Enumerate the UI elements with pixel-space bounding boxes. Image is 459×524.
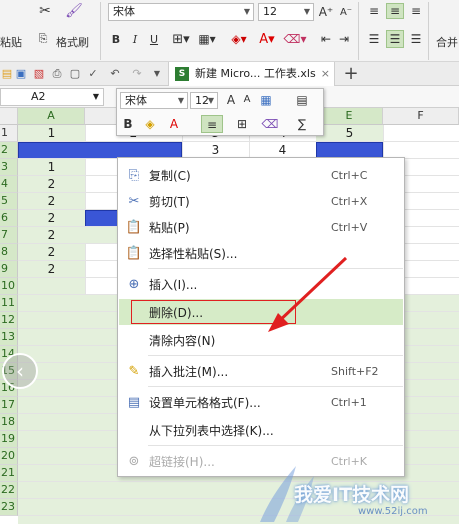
- watermark-url: www.52ij.com: [358, 506, 428, 517]
- annotation-arrow: [268, 256, 348, 332]
- watermark-title: 我爱IT技术网: [294, 484, 410, 506]
- watermark: 我爱IT技术网 www.52ij.com: [250, 458, 459, 524]
